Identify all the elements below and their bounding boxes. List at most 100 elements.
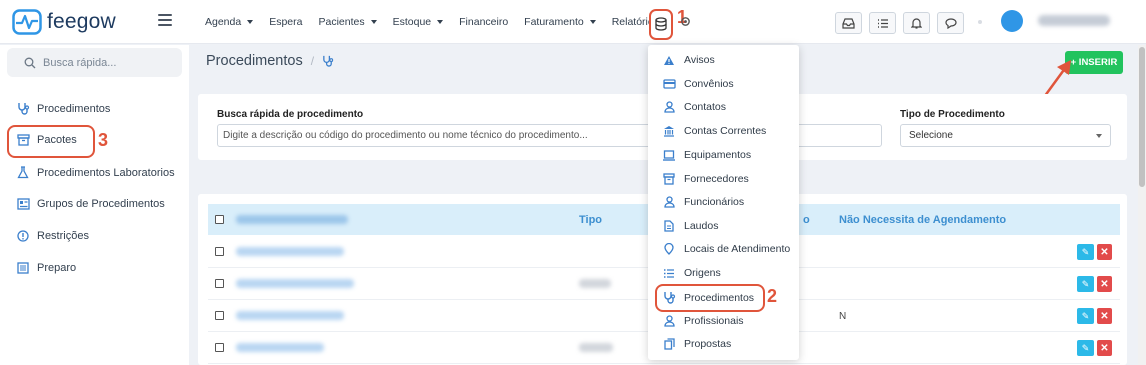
bank-icon [662,125,676,137]
sidebar-item-procedimentos[interactable]: Procedimentos [16,102,110,115]
menu-toggle-icon[interactable] [158,14,172,26]
dropdown-item-profissionais[interactable]: Profissionais [662,315,744,327]
nav-label: Espera [269,16,303,28]
annotation-2: 2 [767,286,778,306]
nav-agenda[interactable]: Agenda [205,16,254,28]
row-checkbox[interactable] [215,279,224,288]
row-checkbox[interactable] [215,311,224,320]
sidebar-search-input[interactable]: Busca rápida... [7,48,182,77]
row-checkbox[interactable] [215,343,224,352]
dropdown-label: Equipamentos [684,149,752,161]
dropdown-item-fornecedores[interactable]: Fornecedores [662,173,749,185]
user-name-redacted[interactable] [1038,15,1110,26]
card-icon [662,79,676,89]
delete-button[interactable]: ✕ [1097,340,1112,356]
scrollbar[interactable] [1138,45,1146,365]
brand-name: feegow [47,10,116,33]
search-icon [24,57,36,69]
nav-estoque[interactable]: Estoque [393,16,444,28]
sidebar-item-procedimentos-laboratorios[interactable]: Procedimentos Laboratorios [16,166,175,179]
database-menu-button[interactable] [649,9,673,40]
grid-icon [16,198,30,210]
header-tipo: Tipo [579,214,603,226]
edit-icon: ✎ [1081,342,1090,353]
dropdown-item-locais[interactable]: Locais de Atendimento [662,243,790,255]
dropdown-label: Fornecedores [684,173,749,185]
copy-icon [662,338,676,350]
dropdown-label: Laudos [684,220,719,232]
row-checkbox[interactable] [215,247,224,256]
search-placeholder: Busca rápida... [43,56,117,69]
warning-icon [662,55,676,66]
dropdown-item-laudos[interactable]: Laudos [662,220,718,232]
breadcrumb-separator: / [310,54,315,68]
dropdown-item-contas-correntes[interactable]: Contas Correntes [662,125,766,137]
pulse-logo-icon [12,9,42,35]
tasks-button[interactable] [869,12,896,34]
nav-pacientes[interactable]: Pacientes [318,16,377,28]
edit-button[interactable]: ✎ [1077,308,1094,324]
list-icon [662,268,676,279]
sidebar-item-grupos[interactable]: Grupos de Procedimentos [16,198,165,210]
select-all-checkbox[interactable] [215,215,224,224]
checklist-icon [877,18,889,29]
edit-button[interactable]: ✎ [1077,276,1094,292]
dropdown-item-avisos[interactable]: Avisos [662,54,715,66]
list-icon [16,262,30,274]
delete-button[interactable]: ✕ [1097,276,1112,292]
dropdown-label: Funcionários [684,196,745,208]
sidebar-item-preparo[interactable]: Preparo [16,262,76,274]
chat-button[interactable] [937,12,964,34]
avatar[interactable] [1001,10,1023,32]
archive-icon [662,173,676,185]
dropdown-item-funcionarios[interactable]: Funcionários [662,196,744,208]
brand-logo[interactable]: feegow [12,9,116,35]
sidebar-item-label: Procedimentos Laboratorios [37,166,175,179]
chevron-down-icon [437,20,444,24]
gear-icon[interactable] [680,16,691,27]
dropdown-item-convenios[interactable]: Convênios [662,78,734,90]
close-icon: ✕ [1100,278,1109,290]
notifications-button[interactable] [903,12,930,34]
inbox-button[interactable] [835,12,862,34]
edit-icon: ✎ [1081,310,1090,321]
sidebar-item-restricoes[interactable]: Restrições [16,230,89,242]
flask-icon [16,166,30,179]
edit-button[interactable]: ✎ [1077,244,1094,260]
info-icon [16,230,30,242]
dropdown-label: Propostas [684,338,732,350]
sidebar-item-label: Restrições [37,230,89,242]
nav-espera[interactable]: Espera [269,16,302,28]
chevron-down-icon [370,20,377,24]
dropdown-item-propostas[interactable]: Propostas [662,338,731,350]
nav-label: Agenda [205,16,242,28]
nav-label: Faturamento [524,16,584,28]
user-icon [662,196,676,208]
dropdown-label: Origens [684,267,721,279]
chat-icon [944,17,957,29]
dropdown-item-equipamentos[interactable]: Equipamentos [662,149,751,161]
stethoscope-icon [16,102,30,115]
inbox-icon [842,17,855,29]
nav-faturamento[interactable]: Faturamento [524,16,596,28]
cell-redacted [579,279,611,288]
cell-redacted [236,343,324,352]
cadastros-dropdown: Avisos Convênios Contatos Contas Corrent… [648,45,799,360]
chevron-down-icon [247,20,254,24]
delete-button[interactable]: ✕ [1097,308,1112,324]
delete-button[interactable]: ✕ [1097,244,1112,260]
dropdown-item-contatos[interactable]: Contatos [662,101,726,113]
nav-label: Pacientes [318,16,365,28]
stethoscope-icon [322,55,334,67]
search-label: Busca rápida de procedimento [217,109,364,120]
user-icon [662,315,676,327]
edit-button[interactable]: ✎ [1077,340,1094,356]
laptop-icon [662,149,676,161]
nav-financeiro[interactable]: Financeiro [459,16,508,28]
procedure-type-select[interactable]: Selecione [900,124,1111,147]
sidebar-item-label: Preparo [37,262,77,274]
scrollbar-thumb[interactable] [1139,47,1145,187]
annotation-3: 3 [98,130,109,150]
dropdown-item-origens[interactable]: Origens [662,267,721,279]
main-nav: Agenda Espera Pacientes Estoque Financei… [205,0,675,44]
